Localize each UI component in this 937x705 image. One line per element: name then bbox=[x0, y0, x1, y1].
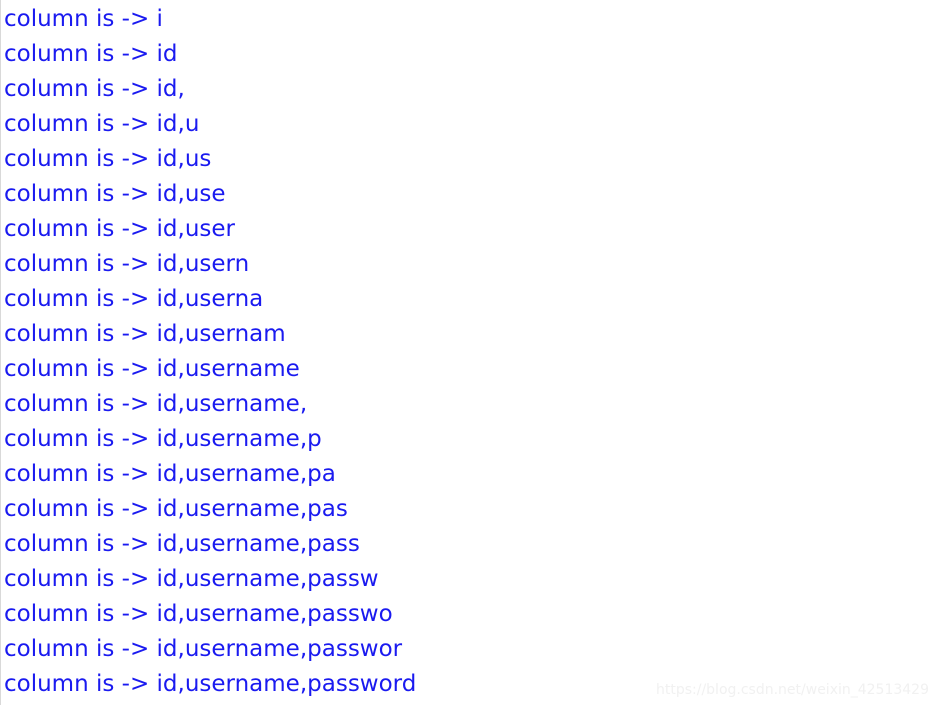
log-line: column is -> id,userna bbox=[4, 286, 264, 312]
console-output-panel: column is -> i column is -> id column is… bbox=[0, 0, 937, 705]
log-line: column is -> id,username, bbox=[4, 391, 308, 417]
log-line: column is -> id,usern bbox=[4, 251, 250, 277]
log-line: column is -> id,username,passw bbox=[4, 566, 379, 592]
log-line: column is -> id,username,passwo bbox=[4, 601, 393, 627]
log-line: column is -> id,user bbox=[4, 216, 236, 242]
log-line: column is -> id,username,p bbox=[4, 426, 322, 452]
log-line: column is -> id,use bbox=[4, 181, 226, 207]
log-line: column is -> id,u bbox=[4, 111, 200, 137]
log-line: column is -> id,username,password bbox=[4, 671, 417, 697]
log-line: column is -> id,usernam bbox=[4, 321, 286, 347]
log-line: column is -> id,us bbox=[4, 146, 212, 172]
log-line: column is -> id,username,pas bbox=[4, 496, 348, 522]
log-line: column is -> id,username,passwor bbox=[4, 636, 403, 662]
log-line: column is -> id bbox=[4, 41, 178, 67]
log-line-list: column is -> i column is -> id column is… bbox=[1, 0, 937, 702]
log-line: column is -> i bbox=[4, 6, 163, 32]
log-line: column is -> id, bbox=[4, 76, 185, 102]
log-line: column is -> id,username,pa bbox=[4, 461, 336, 487]
log-line: column is -> id,username,pass bbox=[4, 531, 360, 557]
log-line: column is -> id,username bbox=[4, 356, 300, 382]
